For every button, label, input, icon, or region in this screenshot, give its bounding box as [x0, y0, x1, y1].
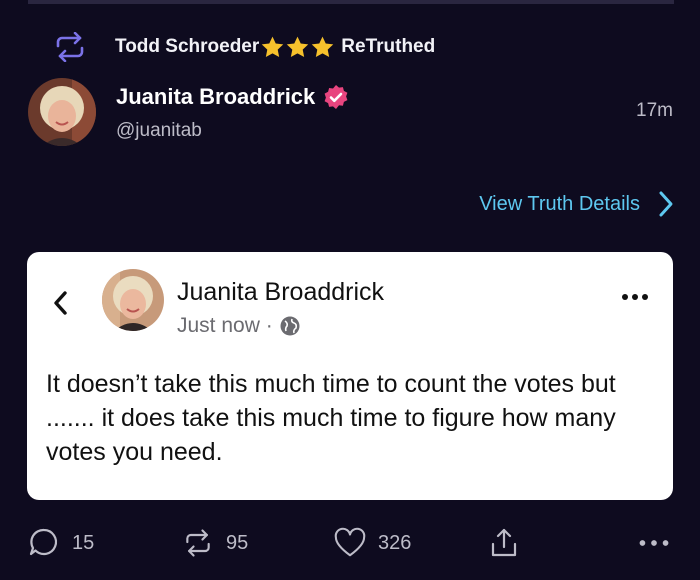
star-icon: [287, 36, 309, 57]
embedded-timestamp: Just now ·: [177, 314, 273, 337]
action-bar: 15 95 326: [0, 527, 700, 567]
share-button[interactable]: [488, 527, 520, 559]
more-options-button[interactable]: [638, 527, 670, 559]
reply-icon: [29, 528, 58, 556]
verified-badge-icon: [324, 85, 348, 109]
embedded-avatar: [102, 269, 164, 331]
more-icon: [639, 540, 669, 546]
like-count: 326: [378, 531, 412, 554]
retruth-user-name[interactable]: Todd Schroeder: [115, 36, 259, 58]
top-divider: [28, 0, 674, 4]
retruth-icon: [52, 31, 88, 63]
star-icon: [312, 36, 334, 57]
more-icon: [622, 294, 648, 300]
retruth-count: 95: [226, 531, 249, 554]
back-arrow-icon: [54, 291, 67, 315]
retruth-label: ReTruthed: [341, 36, 436, 57]
retruth-header: Todd Schroeder ReTruthed: [52, 30, 435, 64]
reply-count: 15: [72, 531, 95, 554]
reply-button[interactable]: 15: [28, 527, 94, 559]
embedded-author-name: Juanita Broaddrick: [177, 278, 385, 306]
like-button[interactable]: 326: [334, 527, 411, 559]
heart-icon: [334, 527, 366, 557]
globe-icon: [280, 316, 300, 336]
star-rating: [260, 35, 335, 60]
star-icon: [262, 36, 284, 57]
author-name-text[interactable]: Juanita Broaddrick: [116, 84, 315, 110]
share-icon: [491, 528, 517, 557]
post-timestamp: 17m: [636, 100, 673, 121]
view-truth-details-link[interactable]: View Truth Details: [479, 190, 676, 218]
avatar[interactable]: [28, 78, 96, 146]
author-handle[interactable]: @juanitab: [116, 120, 202, 142]
view-truth-details-label[interactable]: View Truth Details: [479, 193, 640, 216]
embedded-post-text: It doesn’t take this much time to count …: [46, 370, 616, 466]
retruth-button[interactable]: 95: [182, 527, 248, 559]
chevron-right-icon[interactable]: [656, 190, 676, 218]
embedded-post-meta: Just now ·: [177, 314, 301, 338]
retruth-icon: [186, 529, 210, 557]
embedded-post-image[interactable]: Juanita Broaddrick Just now · It doesn’t…: [27, 252, 673, 500]
author-name[interactable]: Juanita Broaddrick: [116, 84, 349, 110]
